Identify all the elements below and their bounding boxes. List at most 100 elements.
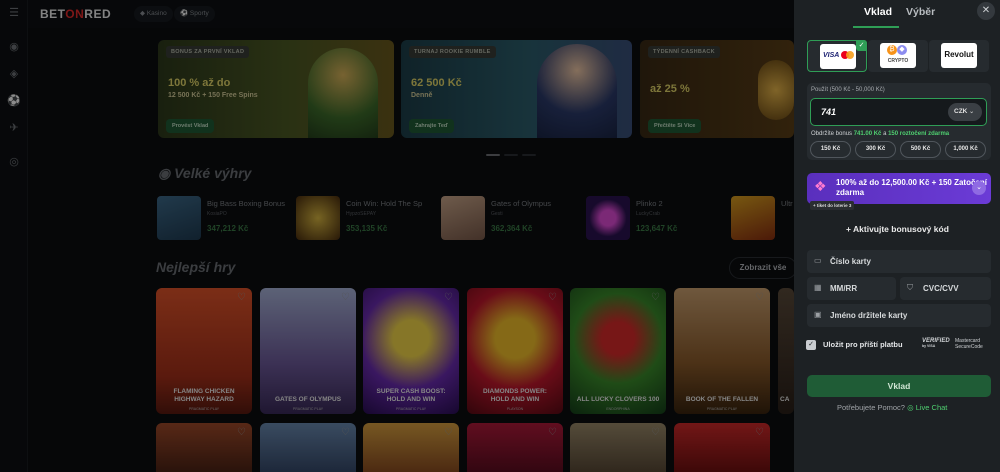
pagination-dot[interactable] <box>504 154 518 156</box>
game-card[interactable]: ♡ ALL LUCKY CLOVERS 100 ENDORPHINA <box>570 288 666 414</box>
banner-title: 100 % až do <box>168 77 231 89</box>
banner-button[interactable]: Přečtěte Si Více <box>648 119 702 133</box>
help-line: Potřebujete Pomoc? ◎ Live Chat <box>837 403 947 412</box>
quick-amount-button[interactable]: 300 Kč <box>855 141 896 158</box>
game-card[interactable]: ♡ <box>156 423 252 472</box>
live-casino-icon[interactable]: ◈ <box>7 67 21 81</box>
top-bar: BETONRED ◆ Kasino ⚽ Sporty <box>28 0 794 28</box>
bitcoin-icon: ₿ <box>887 45 897 55</box>
game-card[interactable]: ♡ <box>674 423 770 472</box>
game-card[interactable]: ♡ DIAMONDS POWER: HOLD AND WIN PLAYSON <box>467 288 563 414</box>
banner-character-image <box>537 44 617 138</box>
favorite-heart-icon[interactable]: ♡ <box>548 292 557 303</box>
cvc-field[interactable]: ⛉ CVC/CVV <box>900 277 991 300</box>
crypto-logo: ₿ ◆ CRYPTO <box>880 43 916 68</box>
activate-bonus-code-link[interactable]: + Aktivujte bonusový kód <box>846 224 949 234</box>
live-chat-link[interactable]: ◎ Live Chat <box>907 403 947 412</box>
big-win-amount: 353,135 Kč <box>346 224 388 233</box>
nav-sports[interactable]: ⚽ Sporty <box>174 6 215 22</box>
left-rail: ☰ ◉ ◈ ⚽ ✈ ◎ <box>0 0 28 472</box>
banner-button[interactable]: Zahrajte Teď <box>409 119 454 133</box>
show-all-button[interactable]: Zobrazit vše <box>729 257 797 279</box>
game-card[interactable]: ♡ SUPER CASH BOOST: HOLD AND WIN PRAGMAT… <box>363 288 459 414</box>
close-icon[interactable]: ✕ <box>977 2 995 20</box>
casino-icon[interactable]: ◉ <box>7 40 21 54</box>
cvc-placeholder: CVC/CVV <box>923 284 959 293</box>
quick-amount-button[interactable]: 500 Kč <box>900 141 941 158</box>
favorite-heart-icon[interactable]: ♡ <box>237 292 246 303</box>
banner-rookie-rumble[interactable]: TURNAJ ROOKIE RUMBLE 62 500 Kč Denně Zah… <box>401 40 632 138</box>
game-card[interactable]: ♡ BOOK OF THE FALLEN PRAGMATIC PLAY <box>674 288 770 414</box>
bonus-offer-select[interactable]: ❖ 100% až do 12,500.00 Kč + 150 Zatočení… <box>807 173 991 204</box>
game-provider: PRAGMATIC PLAY <box>706 407 738 411</box>
big-win-game: Ultr <box>781 199 793 208</box>
sports-icon[interactable]: ⚽ <box>7 94 21 108</box>
favorite-heart-icon[interactable]: ♡ <box>755 292 764 303</box>
bonus-amount: 741.00 Kč <box>853 131 882 137</box>
big-win-thumbnail <box>296 196 340 240</box>
game-card[interactable]: ♡ FLAMING CHICKEN HIGHWAY HAZARD PRAGMAT… <box>156 288 252 414</box>
game-name: BOOK OF THE FALLEN <box>685 396 759 403</box>
card-holder-field[interactable]: ▣ Jméno držitele karty <box>807 304 991 327</box>
expiry-field[interactable]: ▦ MM/RR <box>807 277 896 300</box>
live-chat-label: Live Chat <box>915 403 948 412</box>
tab-deposit[interactable]: Vklad <box>864 6 892 18</box>
promotions-icon[interactable]: ✈ <box>7 121 21 135</box>
save-card-checkbox[interactable]: ✓ <box>806 340 816 350</box>
banner-button[interactable]: Provést Vklad <box>166 119 215 133</box>
save-card-label[interactable]: Uložit pro příští platbu <box>823 340 903 349</box>
payment-method-revolut[interactable]: Revolut <box>929 40 989 72</box>
card-number-field[interactable]: ▭ Číslo karty <box>807 250 991 273</box>
game-name: CA <box>780 396 790 403</box>
visa-logo: VISA <box>823 52 840 59</box>
banner-tag: BONUS ZA PRVNÍ VKLAD <box>166 46 250 58</box>
chat-icon: ◎ <box>907 403 914 412</box>
support-icon[interactable]: ◎ <box>7 155 21 169</box>
favorite-heart-icon[interactable]: ♡ <box>651 292 660 303</box>
favorite-heart-icon[interactable]: ♡ <box>444 427 453 438</box>
logo-red: RED <box>84 7 112 21</box>
banner-weekly-cashback[interactable]: TÝDENNÍ CASHBACK až 25 % Přečtěte Si Víc… <box>640 40 794 138</box>
favorite-heart-icon[interactable]: ♡ <box>444 292 453 303</box>
tab-withdraw[interactable]: Výběr <box>906 6 935 18</box>
favorite-heart-icon[interactable]: ♡ <box>341 427 350 438</box>
big-win-game: Coin Win: Hold The Sp <box>346 199 423 208</box>
quick-amount-button[interactable]: 1,000 Kč <box>945 141 986 158</box>
pagination-dot[interactable] <box>486 154 500 156</box>
pagination-dot[interactable] <box>522 154 536 156</box>
currency-select[interactable]: CZK ⌄ <box>948 103 982 121</box>
game-card[interactable]: ♡ <box>260 423 356 472</box>
payment-method-card[interactable]: VISA ✓ <box>807 40 867 72</box>
favorite-heart-icon[interactable]: ♡ <box>548 427 557 438</box>
game-card[interactable]: ♡ <box>467 423 563 472</box>
chevron-down-icon[interactable]: ⌄ <box>972 181 986 195</box>
big-wins-title-text: Velké výhry <box>174 165 252 181</box>
payment-method-crypto[interactable]: ₿ ◆ CRYPTO <box>868 40 928 72</box>
bonus-offer-title: 100% až do 12,500.00 Kč + 150 Zatočení z… <box>836 178 987 197</box>
big-win-amount: 123,647 Kč <box>636 224 678 233</box>
favorite-heart-icon[interactable]: ♡ <box>651 427 660 438</box>
quick-amount-button[interactable]: 150 Kč <box>810 141 851 158</box>
amount-input[interactable]: 741 CZK ⌄ <box>810 98 987 126</box>
nav-casino[interactable]: ◆ Kasino <box>134 6 173 22</box>
brand-logo[interactable]: BETONRED <box>40 7 111 21</box>
favorite-heart-icon[interactable]: ♡ <box>755 427 764 438</box>
menu-icon[interactable]: ☰ <box>7 6 21 20</box>
favorite-heart-icon[interactable]: ♡ <box>341 292 350 303</box>
game-card[interactable]: CA <box>778 288 794 414</box>
game-provider: PRAGMATIC PLAY <box>188 407 220 411</box>
banner-first-deposit[interactable]: BONUS ZA PRVNÍ VKLAD 100 % až do 12 500 … <box>158 40 394 138</box>
banner-coins-image <box>758 60 794 120</box>
card-holder-placeholder: Jméno držitele karty <box>830 311 908 320</box>
favorite-heart-icon[interactable]: ♡ <box>237 427 246 438</box>
visa-mastercard-logo: VISA <box>820 44 856 69</box>
deposit-button[interactable]: Vklad <box>807 375 991 397</box>
amount-label: Použít (500 Kč - 50,000 Kč) <box>811 87 885 93</box>
game-card[interactable]: ♡ GATES OF OLYMPUS PRAGMATIC PLAY <box>260 288 356 414</box>
game-card[interactable]: ♡ <box>570 423 666 472</box>
big-win-amount: 362,364 Kč <box>491 224 533 233</box>
big-win-user: HypzoSEPAY <box>346 211 377 217</box>
best-games-title: Nejlepší hry <box>156 259 236 275</box>
game-card[interactable]: ♡ <box>363 423 459 472</box>
logo-bet: BET <box>40 7 66 21</box>
